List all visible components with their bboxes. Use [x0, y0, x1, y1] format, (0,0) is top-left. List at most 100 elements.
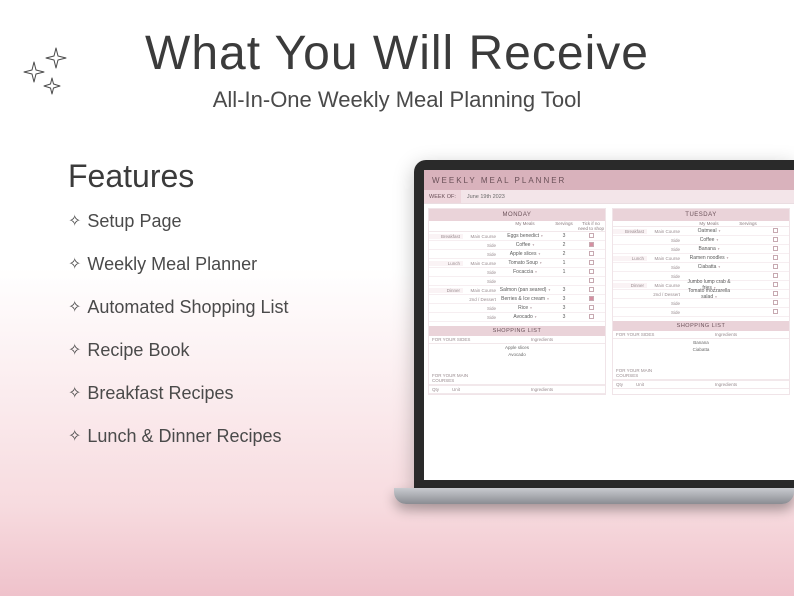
shop-tick-checkbox[interactable]	[773, 237, 778, 242]
meal-group-label: Breakfast	[613, 229, 647, 234]
shopping-title: SHOPPING LIST	[613, 321, 789, 331]
day-title: TUESDAY	[613, 209, 789, 221]
meal-value-dropdown[interactable]: Ramen noodles▾	[683, 255, 735, 261]
features-heading: Features	[68, 158, 368, 195]
shop-tick-checkbox[interactable]	[589, 278, 594, 283]
meal-row: 2nd / Dessert Tomato mozzarella salad▾	[613, 290, 789, 299]
meal-group-label: Dinner	[429, 288, 463, 293]
meal-row-label: Side	[647, 301, 683, 306]
meal-servings[interactable]: 3	[551, 314, 577, 320]
chevron-down-icon: ▾	[541, 234, 543, 238]
shopping-list: SHOPPING LIST FOR YOUR SIDESIngredients …	[613, 321, 789, 389]
laptop-mockup: WEEKLY MEAL PLANNER WEEK OF: June 19th 2…	[394, 160, 794, 560]
shop-tick-checkbox[interactable]	[773, 246, 778, 251]
meal-row-label: Side	[463, 252, 499, 257]
sparkle-icon: ✧	[68, 256, 81, 273]
meal-servings[interactable]: 1	[551, 269, 577, 275]
meal-row-label: Main Course	[647, 256, 683, 261]
shop-tick-checkbox[interactable]	[589, 251, 594, 256]
col-mymeals: My Meals	[499, 221, 551, 231]
meal-row-label: Main Course	[463, 288, 499, 293]
week-of-label: WEEK OF:	[424, 190, 461, 203]
meal-row: Side Avocado▾ 3	[429, 313, 605, 322]
meal-row-label: Side	[463, 279, 499, 284]
meal-value-dropdown[interactable]: Salmon (pan seared)▾	[499, 287, 551, 293]
shop-tick-checkbox[interactable]	[773, 291, 778, 296]
ingredients-label: Ingredients	[666, 382, 786, 387]
meal-value-dropdown[interactable]: Berries & Ice cream▾	[499, 296, 551, 302]
day-card: MONDAYMy MealsServingsTick if no need to…	[428, 208, 606, 395]
shop-tick-checkbox[interactable]	[773, 300, 778, 305]
meal-value-dropdown[interactable]: Apple slices▾	[499, 251, 551, 257]
meal-row: Side Coffee▾	[613, 236, 789, 245]
chevron-down-icon: ▾	[719, 229, 721, 233]
meal-servings[interactable]: 3	[551, 296, 577, 302]
meal-value-dropdown[interactable]: Banana▾	[683, 246, 735, 252]
meal-row: Side Banana▾	[613, 245, 789, 254]
meal-row: Side Ciabatta▾	[613, 263, 789, 272]
meal-group-label: Lunch	[613, 256, 647, 261]
meal-value-dropdown[interactable]: Ciabatta▾	[683, 264, 735, 270]
meal-row: Lunch Main Course Ramen noodles▾	[613, 254, 789, 263]
sparkle-icon: ✧	[68, 342, 81, 359]
shop-tick-checkbox[interactable]	[773, 282, 778, 287]
shop-tick-checkbox[interactable]	[589, 260, 594, 265]
meal-servings[interactable]: 1	[551, 260, 577, 266]
meal-row-label: Side	[647, 274, 683, 279]
meal-row: Lunch Main Course Tomato Soup▾ 1	[429, 259, 605, 268]
meal-value-dropdown[interactable]: Focaccia▾	[499, 269, 551, 275]
shop-tick-checkbox[interactable]	[773, 228, 778, 233]
meal-value-dropdown[interactable]: Tomato mozzarella salad▾	[683, 288, 735, 300]
feature-item: ✧Weekly Meal Planner	[68, 254, 368, 275]
meal-value-dropdown[interactable]: Eggs benedict▾	[499, 233, 551, 239]
meal-value-dropdown[interactable]: Avocado▾	[499, 314, 551, 320]
shop-tick-checkbox[interactable]	[773, 264, 778, 269]
meal-servings[interactable]: 3	[551, 287, 577, 293]
shop-tick-checkbox[interactable]	[589, 233, 594, 238]
meal-row: Breakfast Main Course Oatmeal▾	[613, 227, 789, 236]
sparkle-icon: ✧	[68, 385, 81, 402]
for-mains-label: FOR YOUR MAIN COURSES	[432, 373, 482, 383]
chevron-down-icon: ▾	[547, 297, 549, 301]
meal-row: Dinner Main Course Salmon (pan seared)▾ …	[429, 286, 605, 295]
meal-row: Side Coffee▾ 2	[429, 241, 605, 250]
shop-tick-checkbox[interactable]	[589, 296, 594, 301]
shop-tick-checkbox[interactable]	[589, 269, 594, 274]
shop-tick-checkbox[interactable]	[589, 305, 594, 310]
meal-row: Side Apple slices▾ 2	[429, 250, 605, 259]
meal-row-label: Main Course	[647, 283, 683, 288]
feature-item: ✧Lunch & Dinner Recipes	[68, 426, 368, 447]
day-title: MONDAY	[429, 209, 605, 221]
meal-value-dropdown[interactable]: Rice▾	[499, 305, 551, 311]
meal-value-dropdown[interactable]: Oatmeal▾	[683, 228, 735, 234]
shop-tick-checkbox[interactable]	[773, 273, 778, 278]
chevron-down-icon: ▾	[538, 252, 540, 256]
qty-label: Qty	[616, 382, 636, 387]
meal-servings[interactable]: 2	[551, 251, 577, 257]
shop-tick-checkbox[interactable]	[589, 287, 594, 292]
meal-group-label: Breakfast	[429, 234, 463, 239]
meal-row-label: Side	[463, 243, 499, 248]
meal-row-label: Side	[647, 238, 683, 243]
shop-tick-checkbox[interactable]	[589, 242, 594, 247]
shopping-ingredient: Avocado	[429, 351, 605, 358]
meal-group-label: Lunch	[429, 261, 463, 266]
meal-servings[interactable]: 2	[551, 242, 577, 248]
chevron-down-icon: ▾	[715, 295, 717, 299]
meal-value-dropdown[interactable]: Coffee▾	[683, 237, 735, 243]
shop-tick-checkbox[interactable]	[773, 255, 778, 260]
meal-row-label: Main Course	[463, 261, 499, 266]
week-of-value[interactable]: June 19th 2023	[461, 194, 505, 200]
meal-value-dropdown[interactable]: Coffee▾	[499, 242, 551, 248]
chevron-down-icon: ▾	[535, 270, 537, 274]
meal-row-label: Side	[647, 310, 683, 315]
meal-value-dropdown[interactable]: Tomato Soup▾	[499, 260, 551, 266]
shopping-title: SHOPPING LIST	[429, 326, 605, 336]
meal-servings[interactable]: 3	[551, 233, 577, 239]
page-title: What You Will Receive	[0, 26, 794, 81]
meal-servings[interactable]: 3	[551, 305, 577, 311]
shop-tick-checkbox[interactable]	[589, 314, 594, 319]
shop-tick-checkbox[interactable]	[773, 309, 778, 314]
for-sides-label: FOR YOUR SIDES	[432, 337, 482, 342]
chevron-down-icon: ▾	[727, 256, 729, 260]
